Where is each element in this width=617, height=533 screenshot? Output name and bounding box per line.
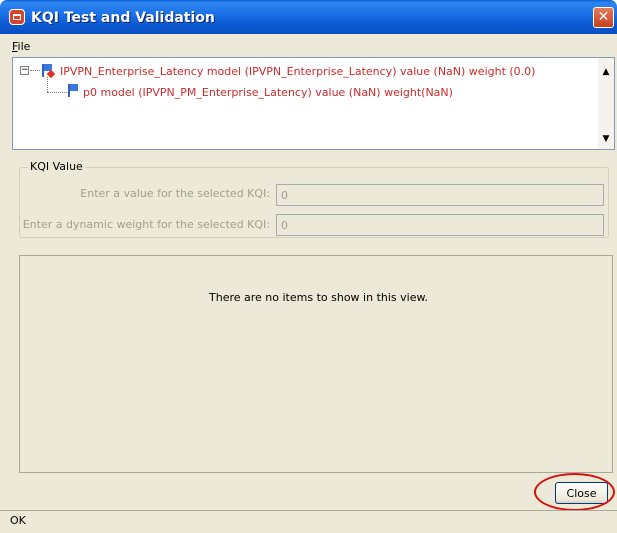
- kqi-value-legend: KQI Value: [27, 160, 86, 173]
- close-button[interactable]: Close: [555, 482, 608, 504]
- menu-file[interactable]: File: [12, 40, 30, 53]
- weight-label: Enter a dynamic weight for the selected …: [22, 218, 270, 231]
- scroll-up-icon[interactable]: ▲: [598, 64, 614, 80]
- tree-item-root[interactable]: IPVPN_Enterprise_Latency model (IPVPN_En…: [60, 65, 535, 78]
- results-view: [19, 255, 613, 473]
- tree-connector: [47, 77, 48, 92]
- window-close-button[interactable]: ✕: [593, 7, 614, 28]
- status-bar: [0, 510, 617, 533]
- menu-file-label: ile: [17, 40, 31, 53]
- weight-field[interactable]: [276, 214, 604, 236]
- value-label: Enter a value for the selected KQI:: [80, 187, 270, 200]
- scroll-down-icon[interactable]: ▼: [598, 131, 614, 147]
- window-title: KQI Test and Validation: [31, 10, 215, 26]
- tree-connector: [47, 92, 67, 93]
- empty-message: There are no items to show in this view.: [209, 291, 428, 304]
- tree-connector: [30, 70, 40, 71]
- tree-item-child[interactable]: p0 model (IPVPN_PM_Enterprise_Latency) v…: [83, 86, 453, 99]
- status-text: OK: [10, 514, 26, 527]
- app-icon: [9, 9, 25, 25]
- value-field[interactable]: [276, 184, 604, 206]
- menu-bar: [0, 34, 617, 54]
- collapse-icon[interactable]: −: [20, 66, 29, 75]
